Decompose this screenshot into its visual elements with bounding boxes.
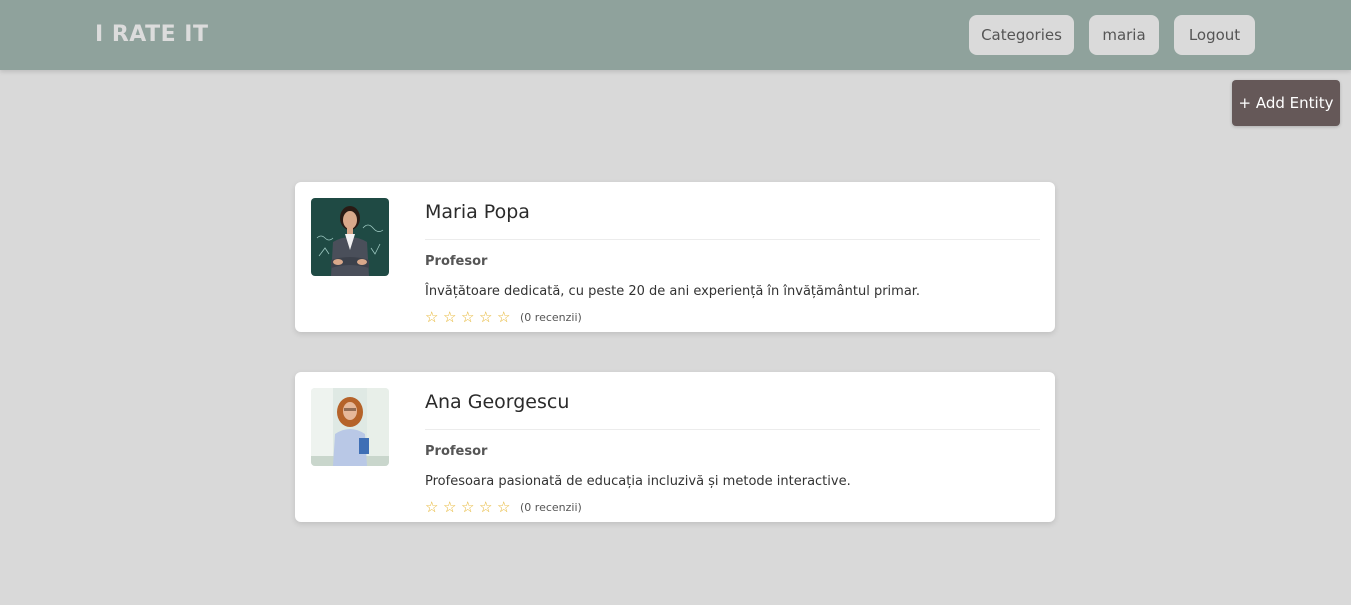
divider <box>425 239 1040 240</box>
entity-card[interactable]: Maria Popa Profesor Învățătoare dedicată… <box>295 182 1055 332</box>
star-icon[interactable]: ☆ <box>479 499 497 515</box>
entity-name[interactable]: Maria Popa <box>425 201 530 223</box>
star-icon[interactable]: ☆ <box>425 309 443 325</box>
navbar: I RATE IT Categories maria Logout <box>0 0 1351 70</box>
star-icon[interactable]: ☆ <box>443 309 461 325</box>
divider <box>425 429 1040 430</box>
review-count: (0 recenzii) <box>520 500 582 514</box>
avatar <box>311 388 389 466</box>
entity-card[interactable]: Ana Georgescu Profesor Profesoara pasion… <box>295 372 1055 522</box>
categories-button[interactable]: Categories <box>969 15 1074 55</box>
rating: ☆ ☆ ☆ ☆ ☆ (0 recenzii) <box>425 309 582 325</box>
entity-role: Profesor <box>425 254 488 269</box>
entity-name[interactable]: Ana Georgescu <box>425 391 569 413</box>
entity-role: Profesor <box>425 444 488 459</box>
star-icon[interactable]: ☆ <box>497 309 515 325</box>
entity-description: Profesoara pasionată de educația incluzi… <box>425 474 851 489</box>
rating: ☆ ☆ ☆ ☆ ☆ (0 recenzii) <box>425 499 582 515</box>
star-icon[interactable]: ☆ <box>479 309 497 325</box>
user-profile-button[interactable]: maria <box>1089 15 1159 55</box>
entity-description: Învățătoare dedicată, cu peste 20 de ani… <box>425 284 921 299</box>
star-icon[interactable]: ☆ <box>443 499 461 515</box>
logout-button[interactable]: Logout <box>1174 15 1255 55</box>
star-icon[interactable]: ☆ <box>497 499 515 515</box>
star-icon[interactable]: ☆ <box>461 499 479 515</box>
star-icon[interactable]: ☆ <box>425 499 443 515</box>
brand-logo[interactable]: I RATE IT <box>95 22 209 47</box>
add-entity-button[interactable]: + Add Entity <box>1232 80 1340 126</box>
avatar <box>311 198 389 276</box>
review-count: (0 recenzii) <box>520 310 582 324</box>
star-icon[interactable]: ☆ <box>461 309 479 325</box>
